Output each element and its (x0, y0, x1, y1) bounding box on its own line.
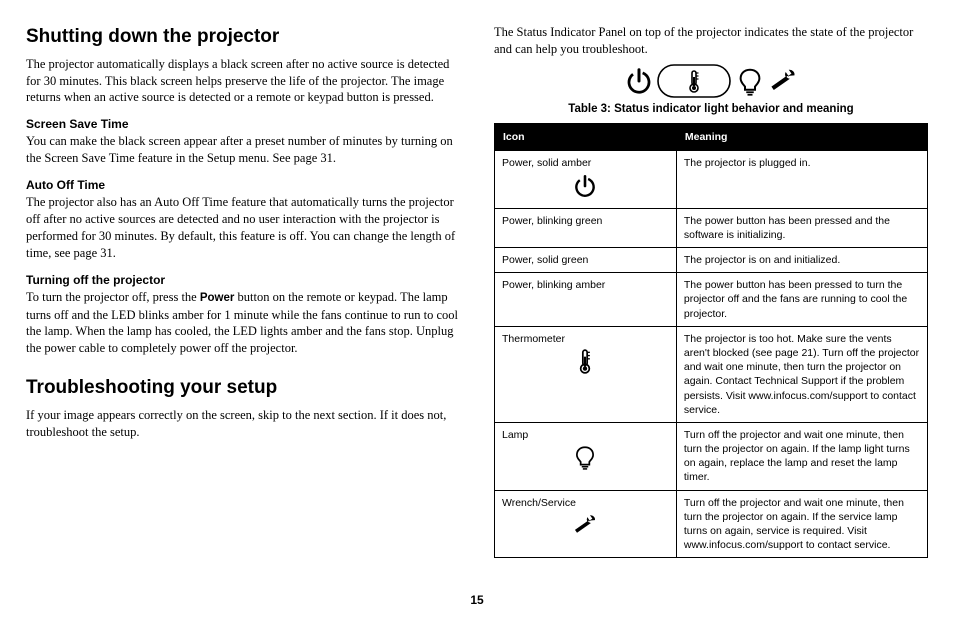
th-meaning: Meaning (676, 124, 927, 151)
cell-icon: Power, blinking green (495, 208, 677, 247)
status-panel-intro: The Status Indicator Panel on top of the… (494, 24, 928, 58)
cell-meaning: The projector is too hot. Make sure the … (676, 326, 927, 422)
subhead-auto-off: Auto Off Time (26, 177, 460, 193)
thermo-icon (502, 346, 669, 378)
lamp-icon (502, 442, 669, 474)
para-screen-save: You can make the black screen appear aft… (26, 133, 460, 167)
table-row: Wrench/ServiceTurn off the projector and… (495, 490, 928, 558)
cell-meaning: Turn off the projector and wait one minu… (676, 490, 927, 558)
power-label-inline: Power (200, 292, 235, 304)
table-row: Power, solid amberThe projector is plugg… (495, 151, 928, 208)
subhead-screen-save: Screen Save Time (26, 116, 460, 132)
cell-icon: Thermometer (495, 326, 677, 422)
th-icon: Icon (495, 124, 677, 151)
cell-icon: Wrench/Service (495, 490, 677, 558)
cell-meaning: Turn off the projector and wait one minu… (676, 422, 927, 490)
table-row: ThermometerThe projector is too hot. Mak… (495, 326, 928, 422)
heading-shutdown: Shutting down the projector (26, 24, 460, 50)
cell-icon: Power, solid amber (495, 151, 677, 208)
subhead-turn-off: Turning off the projector (26, 272, 460, 288)
cell-meaning: The power button has been pressed and th… (676, 208, 927, 247)
table-row: LampTurn off the projector and wait one … (495, 422, 928, 490)
heading-troubleshoot: Troubleshooting your setup (26, 375, 460, 401)
cell-icon: Lamp (495, 422, 677, 490)
status-table: Icon Meaning Power, solid amberThe proje… (494, 123, 928, 558)
para-troubleshoot: If your image appears correctly on the s… (26, 407, 460, 441)
wrench-icon (502, 510, 669, 542)
status-icon-row (494, 64, 928, 98)
page-number: 15 (26, 592, 928, 608)
table-caption: Table 3: Status indicator light behavior… (494, 102, 928, 118)
right-column: The Status Indicator Panel on top of the… (494, 24, 928, 584)
thermometer-icon-highlighted (657, 64, 731, 98)
power-icon (624, 66, 654, 96)
cell-meaning: The projector is plugged in. (676, 151, 927, 208)
cell-icon: Power, blinking amber (495, 273, 677, 327)
power-icon (502, 171, 669, 203)
table-row: Power, solid greenThe projector is on an… (495, 248, 928, 273)
table-row: Power, blinking amberThe power button ha… (495, 273, 928, 327)
lamp-icon (735, 66, 765, 96)
left-column: Shutting down the projector The projecto… (26, 24, 460, 584)
cell-meaning: The projector is on and initialized. (676, 248, 927, 273)
para-shutdown: The projector automatically displays a b… (26, 56, 460, 107)
table-row: Power, blinking greenThe power button ha… (495, 208, 928, 247)
para-auto-off: The projector also has an Auto Off Time … (26, 194, 460, 262)
cell-meaning: The power button has been pressed to tur… (676, 273, 927, 327)
cell-icon: Power, solid green (495, 248, 677, 273)
para-turn-off: To turn the projector off, press the Pow… (26, 289, 460, 357)
wrench-icon (768, 66, 798, 96)
